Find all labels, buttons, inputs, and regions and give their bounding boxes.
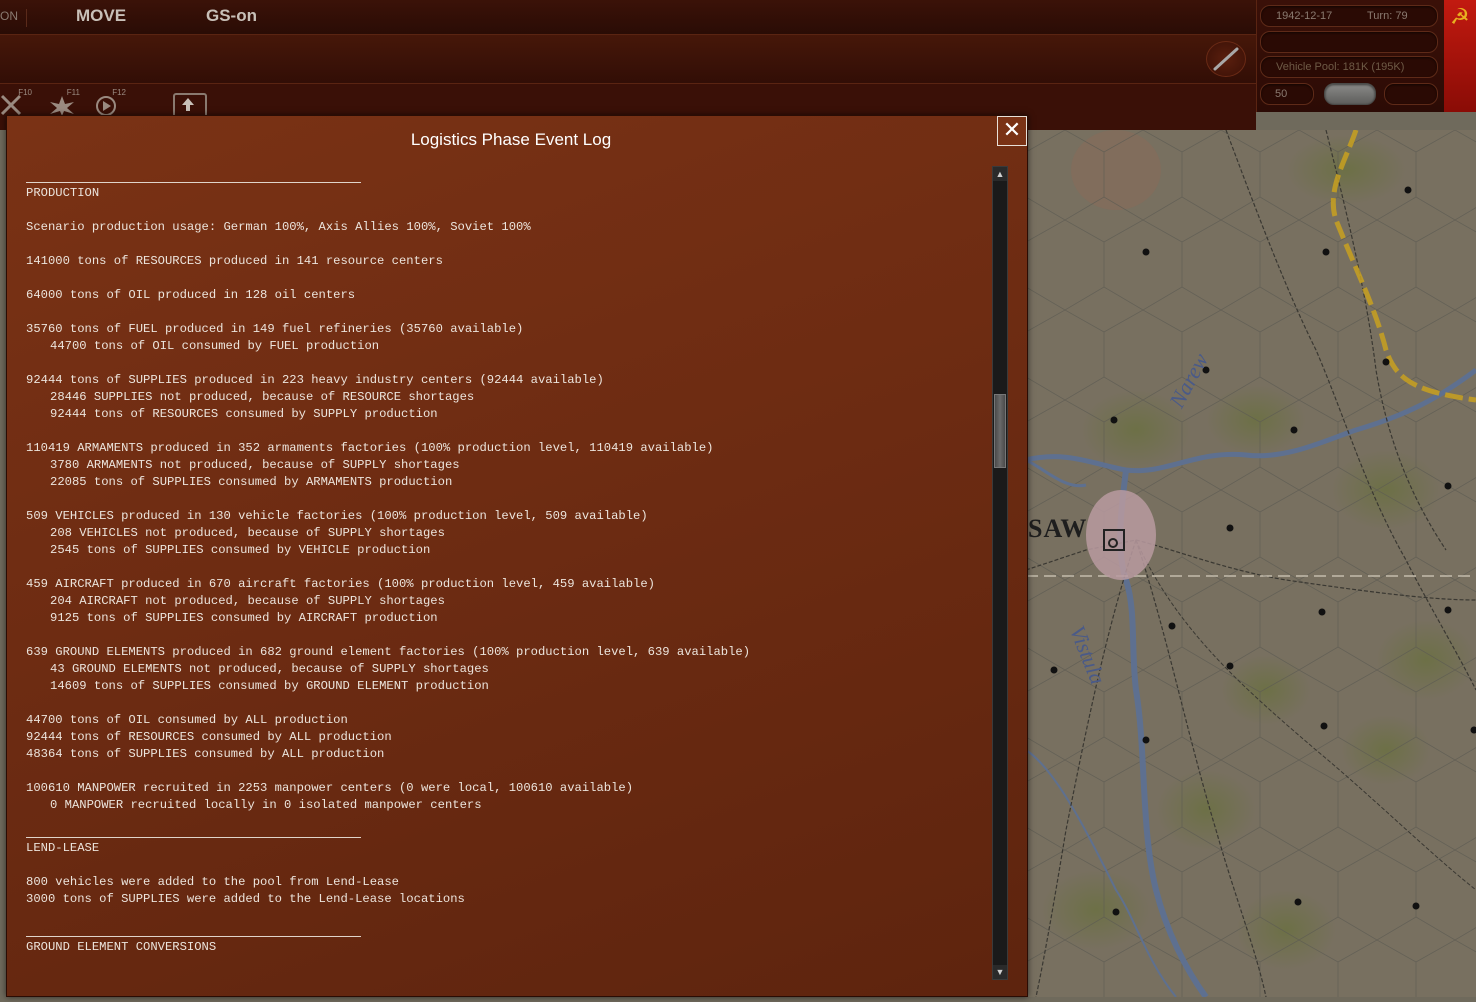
log-line: 800 vehicles were added to the pool from… [26, 874, 986, 891]
blank-line [26, 491, 986, 508]
explosion-icon [48, 94, 76, 116]
f12-tool-button[interactable]: F12 [94, 88, 124, 114]
log-line: 22085 tons of SUPPLIES consumed by ARMAM… [26, 474, 986, 491]
turn-label: Turn: 79 [1367, 6, 1408, 26]
mode-on-label[interactable]: ON [0, 9, 27, 27]
pencil-tool-button[interactable] [1206, 41, 1246, 77]
blank-line [26, 423, 986, 440]
log-line: 92444 tons of SUPPLIES produced in 223 h… [26, 372, 986, 389]
toggle-switch[interactable] [1324, 83, 1376, 105]
crossed-tools-icon [0, 94, 26, 116]
info-slot-empty-2[interactable] [1384, 83, 1438, 105]
blank-line [26, 695, 986, 712]
section-divider [26, 837, 361, 838]
scrollbar[interactable]: ▲ ▼ [992, 166, 1008, 980]
blank-line [26, 236, 986, 253]
log-line: 0 MANPOWER recruited locally in 0 isolat… [26, 797, 986, 814]
value-50-label: 50 [1275, 84, 1287, 104]
log-line: Scenario production usage: German 100%, … [26, 219, 986, 236]
move-mode-button[interactable]: MOVE [76, 6, 126, 26]
info-slot-empty [1260, 31, 1438, 53]
section-divider [26, 936, 361, 937]
log-line: 3000 tons of SUPPLIES were added to the … [26, 891, 986, 908]
log-line: 44700 tons of OIL consumed by FUEL produ… [26, 338, 986, 355]
pencil-icon [1211, 45, 1241, 73]
section-heading: GROUND ELEMENT CONVERSIONS [26, 939, 986, 956]
arrow-up-icon [175, 95, 201, 115]
f10-tool-button[interactable]: F10 [0, 88, 30, 114]
log-line: 639 GROUND ELEMENTS produced in 682 grou… [26, 644, 986, 661]
blank-line [26, 559, 986, 576]
date-turn-display: 1942-12-17 Turn: 79 [1260, 5, 1438, 27]
close-icon: ✕ [1003, 117, 1021, 142]
blank-line [26, 763, 986, 780]
dialog-title: Logistics Phase Event Log [7, 130, 1015, 150]
log-line: 141000 tons of RESOURCES produced in 141… [26, 253, 986, 270]
map-terrain [1026, 130, 1476, 997]
log-line: 509 VEHICLES produced in 130 vehicle fac… [26, 508, 986, 525]
log-line: 64000 tons of OIL produced in 128 oil ce… [26, 287, 986, 304]
scroll-up-arrow-icon[interactable]: ▲ [993, 167, 1007, 181]
log-line: 48364 tons of SUPPLIES consumed by ALL p… [26, 746, 986, 763]
blank-line [26, 202, 986, 219]
log-line: 3780 ARMAMENTS not produced, because of … [26, 457, 986, 474]
vehicle-pool-label: Vehicle Pool: 181K (195K) [1276, 57, 1404, 77]
blank-line [26, 355, 986, 372]
log-line: 110419 ARMAMENTS produced in 352 armamen… [26, 440, 986, 457]
blank-line [26, 304, 986, 321]
game-map[interactable]: SAW Narew Vistula [1026, 130, 1476, 997]
log-line: 44700 tons of OIL consumed by ALL produc… [26, 712, 986, 729]
event-log-text[interactable]: PRODUCTION Scenario production usage: Ger… [26, 176, 986, 986]
log-line: 459 AIRCRAFT produced in 670 aircraft fa… [26, 576, 986, 593]
scroll-thumb[interactable] [994, 394, 1006, 468]
city-label: SAW [1028, 514, 1087, 544]
vehicle-pool-display: Vehicle Pool: 181K (195K) [1260, 56, 1438, 78]
event-log-dialog: Logistics Phase Event Log ✕ PRODUCTION Sc… [6, 115, 1028, 997]
soviet-flag: ☭ [1444, 0, 1476, 112]
log-line: 14609 tons of SUPPLIES consumed by GROUN… [26, 678, 986, 695]
blank-line [26, 627, 986, 644]
close-button[interactable]: ✕ [997, 116, 1027, 146]
log-line: 9125 tons of SUPPLIES consumed by AIRCRA… [26, 610, 986, 627]
gs-toggle-button[interactable]: GS-on [206, 6, 257, 26]
play-circle-icon [94, 94, 122, 116]
log-line: 208 VEHICLES not produced, because of SU… [26, 525, 986, 542]
log-line: 43 GROUND ELEMENTS not produced, because… [26, 661, 986, 678]
section-heading: PRODUCTION [26, 185, 986, 202]
log-line: 100610 MANPOWER recruited in 2253 manpow… [26, 780, 986, 797]
hammer-sickle-icon: ☭ [1450, 4, 1470, 30]
date-label: 1942-12-17 [1276, 6, 1332, 26]
log-line: 204 AIRCRAFT not produced, because of SU… [26, 593, 986, 610]
blank-line [26, 857, 986, 874]
top-menu-bar: ON MOVE GS-on [0, 0, 1256, 35]
log-line: 92444 tons of RESOURCES consumed by ALL … [26, 729, 986, 746]
section-divider [26, 182, 361, 183]
log-line: 92444 tons of RESOURCES consumed by SUPP… [26, 406, 986, 423]
secondary-toolbar [0, 35, 1256, 84]
log-line: 2545 tons of SUPPLIES consumed by VEHICL… [26, 542, 986, 559]
value-display[interactable]: 50 [1260, 83, 1314, 105]
section-heading: LEND-LEASE [26, 840, 986, 857]
log-line: 35760 tons of FUEL produced in 149 fuel … [26, 321, 986, 338]
blank-line [26, 270, 986, 287]
f11-tool-button[interactable]: F11 [48, 88, 78, 114]
log-line: 28446 SUPPLIES not produced, because of … [26, 389, 986, 406]
scroll-down-arrow-icon[interactable]: ▼ [993, 965, 1007, 979]
